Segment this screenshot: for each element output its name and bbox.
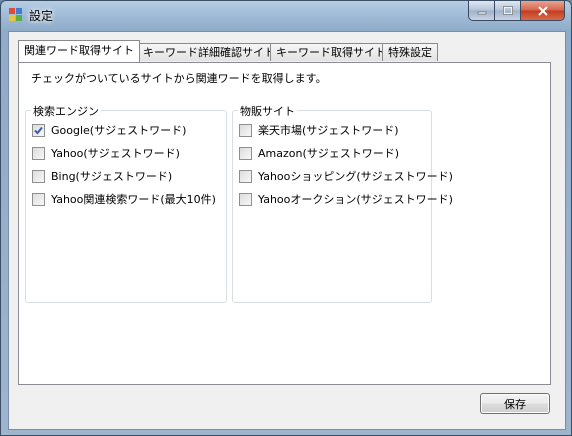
shopping-site-group: 物販サイト 楽天市場(サジェストワード) Amazon(サジェストワード) Ya… xyxy=(232,103,453,303)
search-engine-group: 検索エンジン Google(サジェストワード) Yahoo(サジェストワード) xyxy=(25,103,227,303)
caption-buttons xyxy=(468,1,565,21)
checkbox-yahoo-auction[interactable]: Yahooオークション(サジェストワード) xyxy=(239,192,453,206)
tab-related-word-sites[interactable]: 関連ワード取得サイト xyxy=(18,40,140,62)
checkbox-box[interactable] xyxy=(32,123,45,137)
checkbox-box[interactable] xyxy=(239,192,252,206)
title-bar[interactable]: 設定 xyxy=(1,1,571,31)
maximize-button[interactable] xyxy=(495,1,521,21)
checkbox-label: Yahoo(サジェストワード) xyxy=(51,147,180,160)
tab-special-settings[interactable]: 特殊設定 xyxy=(382,43,438,61)
checkbox-yahoo[interactable]: Yahoo(サジェストワード) xyxy=(32,146,180,160)
settings-window: 設定 関連ワード取得サイト キーワード詳細確認サイト キーワード取得サイト 特殊… xyxy=(0,0,572,436)
tab-keyword-detail-sites[interactable]: キーワード詳細確認サイト xyxy=(137,43,281,61)
checkbox-yahoo-related[interactable]: Yahoo関連検索ワード(最大10件) xyxy=(32,192,216,206)
checkbox-box[interactable] xyxy=(32,146,45,160)
window-title: 設定 xyxy=(29,9,54,23)
checkbox-label: Yahooショッピング(サジェストワード) xyxy=(258,170,453,183)
checkbox-bing[interactable]: Bing(サジェストワード) xyxy=(32,169,172,183)
search-engine-group-title: 検索エンジン xyxy=(31,103,101,119)
app-icon xyxy=(9,8,23,22)
checkbox-box[interactable] xyxy=(32,192,45,206)
checkbox-label: Google(サジェストワード) xyxy=(51,124,187,137)
tab-keyword-sites[interactable]: キーワード取得サイト xyxy=(270,43,392,61)
shopping-site-group-title: 物販サイト xyxy=(238,103,297,119)
minimize-button[interactable] xyxy=(468,1,495,21)
checkbox-label: Amazon(サジェストワード) xyxy=(258,147,400,160)
panel-description: チェックがついているサイトから関連ワードを取得します。 xyxy=(31,72,327,85)
checkbox-box[interactable] xyxy=(239,169,252,183)
close-button[interactable] xyxy=(521,1,565,21)
checkbox-rakuten[interactable]: 楽天市場(サジェストワード) xyxy=(239,123,399,137)
checkbox-amazon[interactable]: Amazon(サジェストワード) xyxy=(239,146,399,160)
checkbox-box[interactable] xyxy=(32,169,45,183)
client-area: 関連ワード取得サイト キーワード詳細確認サイト キーワード取得サイト 特殊設定 … xyxy=(8,31,566,430)
save-button[interactable]: 保存 xyxy=(480,393,550,414)
maximize-icon xyxy=(502,5,513,15)
checkbox-yahoo-shopping[interactable]: Yahooショッピング(サジェストワード) xyxy=(239,169,453,183)
checkbox-label: Yahoo関連検索ワード(最大10件) xyxy=(51,193,216,206)
checkbox-label: Yahooオークション(サジェストワード) xyxy=(258,193,453,206)
checkbox-box[interactable] xyxy=(239,123,252,137)
check-mark-icon xyxy=(34,126,43,134)
checkbox-label: 楽天市場(サジェストワード) xyxy=(258,124,399,137)
checkbox-google[interactable]: Google(サジェストワード) xyxy=(32,123,186,137)
close-icon xyxy=(537,5,548,16)
checkbox-box[interactable] xyxy=(239,146,252,160)
tab-panel: チェックがついているサイトから関連ワードを取得します。 検索エンジン Googl… xyxy=(18,62,551,385)
checkbox-label: Bing(サジェストワード) xyxy=(51,170,173,183)
minimize-icon xyxy=(477,11,486,14)
